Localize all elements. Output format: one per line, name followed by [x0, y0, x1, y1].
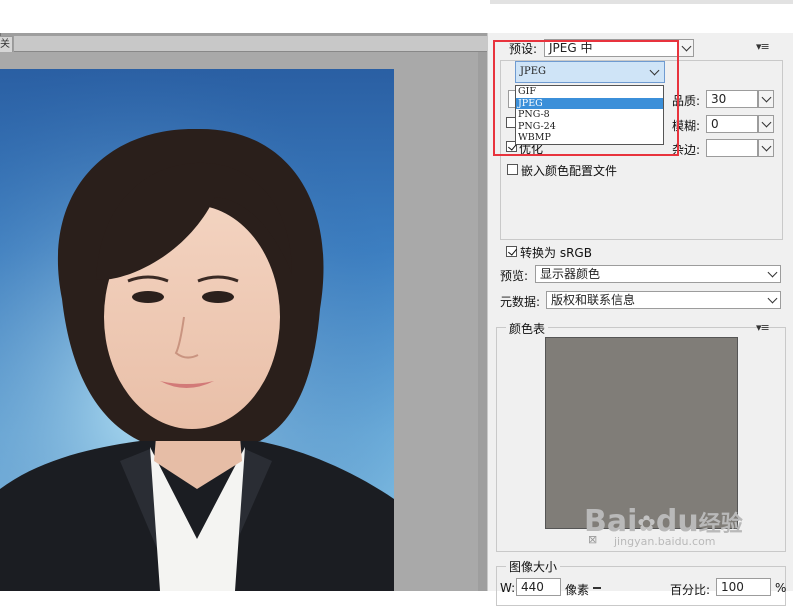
- quality-dropdown-button[interactable]: [758, 90, 774, 108]
- watermark-brand-tail: du: [655, 504, 699, 539]
- preview-label: 预览:: [500, 269, 529, 283]
- percent-unit: %: [775, 581, 787, 595]
- blur-input[interactable]: 0: [706, 115, 758, 133]
- portrait-image: [0, 69, 394, 591]
- link-icon[interactable]: [593, 587, 601, 589]
- color-table-swatch[interactable]: [545, 337, 738, 529]
- width-unit: 像素: [565, 583, 590, 597]
- watermark-brand-cn: 经验: [698, 512, 743, 537]
- chevron-down-icon: [761, 117, 771, 128]
- chevron-down-icon: [767, 293, 778, 304]
- dialog-top-edge: [490, 0, 793, 4]
- convert-srgb-label: 转换为 sRGB: [520, 246, 592, 260]
- percent-input[interactable]: 100: [716, 578, 771, 596]
- convert-srgb-checkbox[interactable]: [506, 246, 517, 257]
- width-input[interactable]: 440: [516, 578, 561, 596]
- preview-image: [0, 69, 394, 591]
- embed-profile-checkbox[interactable]: [507, 164, 518, 175]
- image-size-title: 图像大小: [506, 558, 561, 575]
- preview-dropdown-button[interactable]: [765, 265, 781, 283]
- chevron-down-icon: [761, 92, 771, 103]
- matte-dropdown-button[interactable]: [758, 139, 774, 157]
- preview-tab[interactable]: 关: [0, 36, 13, 53]
- chevron-down-icon: [767, 267, 778, 278]
- panel-menu-icon[interactable]: ▾≡: [756, 40, 770, 53]
- color-table-menu-icon[interactable]: ▾≡: [756, 321, 770, 334]
- metadata-select[interactable]: 版权和联系信息: [546, 291, 766, 309]
- paw-logo-icon: ✿: [637, 512, 656, 537]
- metadata-label: 元数据:: [500, 295, 541, 309]
- percent-label: 百分比:: [670, 583, 711, 597]
- highlight-outline: [493, 40, 679, 156]
- preview-tab-bar: [14, 36, 487, 52]
- blur-dropdown-button[interactable]: [758, 115, 774, 133]
- embed-profile-label: 嵌入颜色配置文件: [521, 164, 618, 178]
- chevron-down-icon: [761, 141, 771, 152]
- watermark-brand: Bai: [584, 504, 638, 539]
- chevron-down-icon: [681, 41, 691, 52]
- quality-input[interactable]: 30: [706, 90, 758, 108]
- top-strip: [0, 0, 793, 33]
- preview-tab-label: 关: [0, 39, 10, 50]
- width-label: W:: [500, 581, 516, 595]
- baidu-watermark: Bai✿du经验 jingyan.baidu.com: [584, 504, 743, 548]
- color-table-title: 颜色表: [506, 320, 549, 337]
- matte-color-select[interactable]: [706, 139, 758, 157]
- preview-select[interactable]: 显示器颜色: [535, 265, 766, 283]
- metadata-dropdown-button[interactable]: [765, 291, 781, 309]
- preset-dropdown-button[interactable]: [678, 39, 694, 57]
